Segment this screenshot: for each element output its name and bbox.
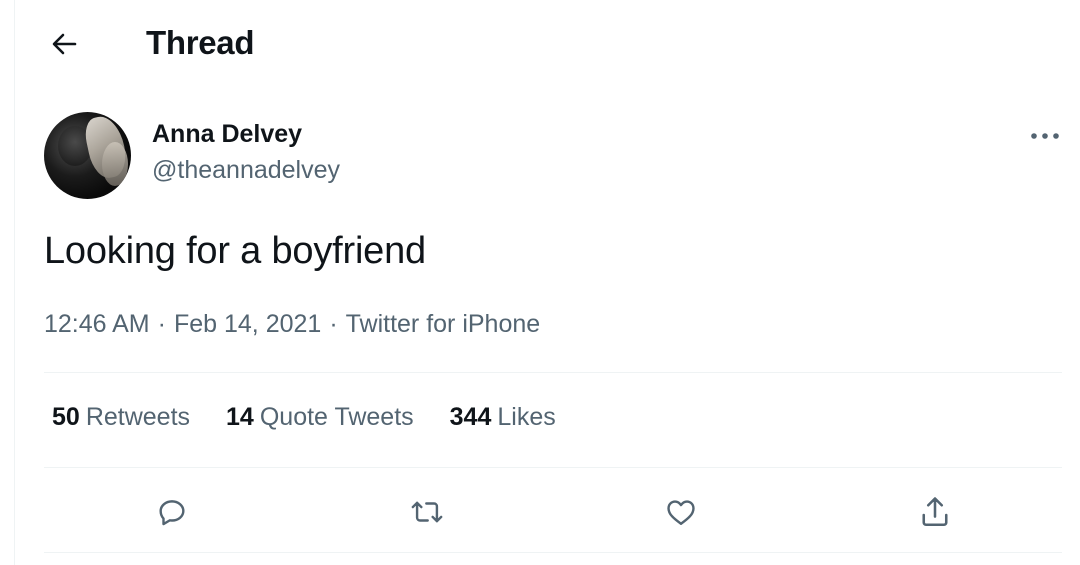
- avatar[interactable]: [44, 112, 131, 199]
- quote-tweets-count: 14: [226, 403, 254, 431]
- tweet-date[interactable]: Feb 14, 2021: [174, 310, 321, 338]
- quote-tweets-label: Quote Tweets: [259, 403, 414, 431]
- divider: [44, 372, 1062, 373]
- tweet-source[interactable]: Twitter for iPhone: [346, 310, 541, 338]
- meta-separator: ·: [157, 310, 166, 338]
- tweet-stats: 50 Retweets 14 Quote Tweets 344 Likes: [52, 403, 556, 432]
- author-name[interactable]: Anna Delvey: [152, 120, 302, 149]
- retweets-stat[interactable]: 50 Retweets: [52, 403, 190, 432]
- tweet-meta: 12:46 AM · Feb 14, 2021 · Twitter for iPhone: [44, 310, 540, 339]
- likes-stat[interactable]: 344 Likes: [450, 403, 556, 432]
- more-options-button[interactable]: [1024, 126, 1066, 146]
- retweet-icon: [411, 501, 443, 523]
- reply-button[interactable]: [150, 490, 194, 534]
- author-handle[interactable]: @theannadelvey: [152, 156, 340, 185]
- like-button[interactable]: [659, 490, 703, 534]
- divider: [44, 467, 1062, 468]
- thread-header: Thread: [0, 0, 1080, 90]
- retweets-count: 50: [52, 403, 80, 431]
- divider: [44, 552, 1062, 553]
- tweet-actions: [44, 476, 1062, 546]
- share-icon: [922, 497, 948, 527]
- tweet-time[interactable]: 12:46 AM: [44, 310, 150, 338]
- likes-label: Likes: [497, 403, 556, 431]
- reply-icon: [159, 500, 185, 526]
- retweets-label: Retweets: [85, 403, 191, 431]
- quote-tweets-stat[interactable]: 14 Quote Tweets: [226, 403, 414, 432]
- share-button[interactable]: [913, 490, 957, 534]
- avatar-hair-lower: [102, 142, 128, 186]
- meta-separator: ·: [329, 310, 338, 338]
- arrow-left-icon: [52, 33, 77, 55]
- like-icon: [667, 500, 695, 525]
- back-button[interactable]: [44, 26, 84, 62]
- likes-count: 344: [449, 403, 492, 431]
- tweet-text: Looking for a boyfriend: [44, 230, 426, 272]
- more-horizontal-icon: [1031, 133, 1059, 139]
- page-title: Thread: [146, 24, 255, 61]
- retweet-button[interactable]: [405, 490, 449, 534]
